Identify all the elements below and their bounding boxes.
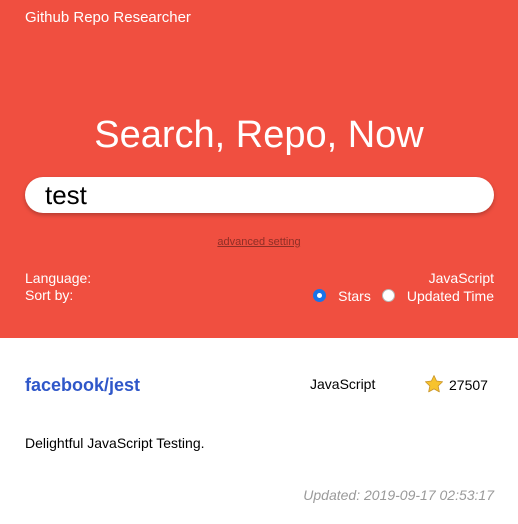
sort-option-updated-time[interactable]: Updated Time xyxy=(381,288,494,304)
sort-updated-time-label[interactable]: Updated Time xyxy=(407,288,494,304)
advanced-setting-link[interactable]: advanced setting xyxy=(217,236,300,248)
repo-language: JavaScript xyxy=(310,376,376,392)
sort-stars-label[interactable]: Stars xyxy=(338,288,371,304)
hero-banner: Github Repo Researcher Search, Repo, Now… xyxy=(0,0,518,338)
search-input[interactable] xyxy=(45,177,475,213)
sort-stars-radio[interactable] xyxy=(313,289,327,302)
sort-label: Sort by: xyxy=(25,287,74,303)
advanced-setting-row: advanced setting xyxy=(0,235,518,249)
sort-options: Stars Updated Time xyxy=(313,287,494,304)
repo-result-card: facebook/jest JavaScript 27507 Delightfu… xyxy=(0,338,518,524)
page-headline: Search, Repo, Now xyxy=(94,114,424,156)
app-title: Github Repo Researcher xyxy=(25,9,191,26)
sort-updated-time-radio[interactable] xyxy=(381,289,395,302)
repo-updated-time: Updated: 2019-09-17 02:53:17 xyxy=(303,487,494,503)
sort-option-stars[interactable]: Stars xyxy=(313,288,371,304)
language-label: Language: xyxy=(25,270,92,286)
star-icon xyxy=(425,375,443,393)
language-select[interactable]: JavaScript xyxy=(429,270,494,287)
star-count: 27507 xyxy=(449,377,488,393)
repo-description: Delightful JavaScript Testing. xyxy=(25,435,205,451)
search-box xyxy=(25,177,494,213)
repo-name-link[interactable]: facebook/jest xyxy=(25,374,140,396)
